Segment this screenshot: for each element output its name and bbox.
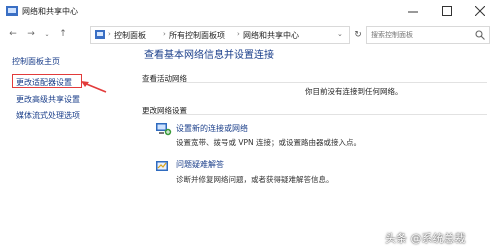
maximize-button[interactable] (430, 0, 464, 22)
troubleshoot-link[interactable]: 问题疑难解答 (176, 159, 224, 170)
highlight-box (12, 74, 82, 88)
new-connection-icon (156, 123, 172, 136)
setup-connection-desc: 设置宽带、拨号或 VPN 连接；或设置路由器或接入点。 (176, 138, 362, 147)
sidebar-home-link[interactable]: 控制面板主页 (12, 56, 60, 67)
maximize-icon (442, 6, 452, 16)
up-arrow-icon: ↑ (59, 29, 67, 39)
search-icon (475, 30, 485, 40)
search-box[interactable] (366, 26, 490, 44)
refresh-icon: ↻ (354, 30, 362, 40)
minimize-icon (408, 11, 418, 13)
address-bar-row: ← → ⌄ ↑ › 控制面板 › 所有控制面板项 › 网络和共享中心 ⌄ ↻ (0, 24, 497, 46)
breadcrumb-separator-icon: › (237, 30, 240, 38)
breadcrumb-all-items[interactable]: 所有控制面板项 (169, 30, 225, 41)
search-input[interactable] (371, 29, 471, 41)
main-panel: 查看基本网络信息并设置连接 查看活动网络 你目前没有连接到任何网络。 更改网络设… (124, 46, 497, 236)
back-button[interactable]: ← (6, 27, 20, 41)
sidebar: 控制面板主页 更改适配器设置 更改高级共享设置 媒体流式处理选项 (0, 46, 124, 236)
back-arrow-icon: ← (9, 29, 17, 39)
troubleshoot-desc: 诊断并修复网络问题，或者获得疑难解答信息。 (176, 175, 334, 184)
address-box[interactable]: › 控制面板 › 所有控制面板项 › 网络和共享中心 ⌄ (90, 26, 350, 44)
recent-locations-button[interactable]: ⌄ (40, 27, 54, 41)
sidebar-item-media-streaming[interactable]: 媒体流式处理选项 (16, 110, 80, 121)
divider (142, 82, 487, 83)
divider (142, 114, 487, 115)
title-bar: 网络和共享中心 (0, 0, 497, 24)
up-button[interactable]: ↑ (56, 27, 70, 41)
forward-arrow-icon: → (27, 29, 35, 39)
breadcrumb-separator-icon: › (163, 30, 166, 38)
troubleshoot-icon (156, 161, 168, 171)
forward-button[interactable]: → (24, 27, 38, 41)
breadcrumb-separator-icon: › (108, 30, 111, 38)
no-connection-text: 你目前没有连接到任何网络。 (305, 87, 403, 96)
address-dropdown-icon[interactable]: ⌄ (337, 30, 343, 38)
control-panel-icon (95, 30, 105, 39)
refresh-button[interactable]: ↻ (351, 27, 365, 43)
watermark-text: 头条 @系统总裁 (385, 232, 466, 245)
minimize-button[interactable] (396, 0, 430, 22)
close-button[interactable] (463, 0, 497, 22)
sidebar-item-advanced-sharing[interactable]: 更改高级共享设置 (16, 94, 80, 105)
network-app-icon (6, 6, 18, 16)
page-title: 查看基本网络信息并设置连接 (144, 50, 274, 61)
window-title: 网络和共享中心 (22, 7, 78, 16)
breadcrumb-network-center[interactable]: 网络和共享中心 (243, 30, 299, 41)
close-icon (475, 6, 485, 16)
breadcrumb-control-panel[interactable]: 控制面板 (114, 30, 146, 41)
annotation-arrow-icon (81, 81, 107, 93)
chevron-down-icon: ⌄ (44, 30, 50, 38)
setup-connection-link[interactable]: 设置新的连接或网络 (176, 123, 248, 134)
